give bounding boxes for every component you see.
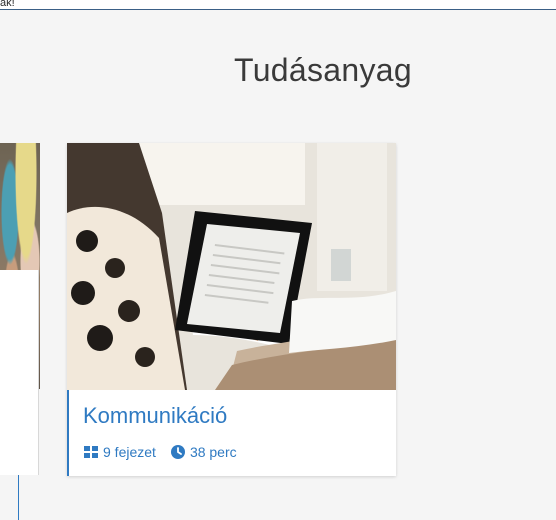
- top-bar: ak!: [0, 0, 556, 10]
- course-card-image[interactable]: [67, 143, 396, 390]
- section-title: Tudásanyag: [234, 52, 412, 88]
- app-viewport: ak! Tudásanyag Kommunikáció 9 fejezet 38…: [0, 0, 556, 520]
- course-card[interactable]: Kommunikáció 9 fejezet 38 perc: [67, 143, 396, 476]
- card-accent-bar: [67, 390, 69, 476]
- top-bar-divider: [0, 9, 556, 10]
- chapters-meta: 9 fejezet: [83, 443, 156, 461]
- duration-meta: 38 perc: [170, 443, 237, 461]
- reading-tablet-image: [67, 143, 396, 390]
- chapters-count: 9 fejezet: [103, 444, 156, 460]
- partial-card-accent-line: [18, 475, 19, 520]
- duration-value: 38 perc: [189, 444, 237, 460]
- partial-course-card[interactable]: [0, 143, 40, 475]
- partial-card-panel: [0, 270, 39, 475]
- grid-icon: [83, 444, 99, 460]
- course-title[interactable]: Kommunikáció: [83, 402, 227, 430]
- course-meta: 9 fejezet 38 perc: [83, 443, 251, 461]
- clock-icon: [170, 444, 186, 460]
